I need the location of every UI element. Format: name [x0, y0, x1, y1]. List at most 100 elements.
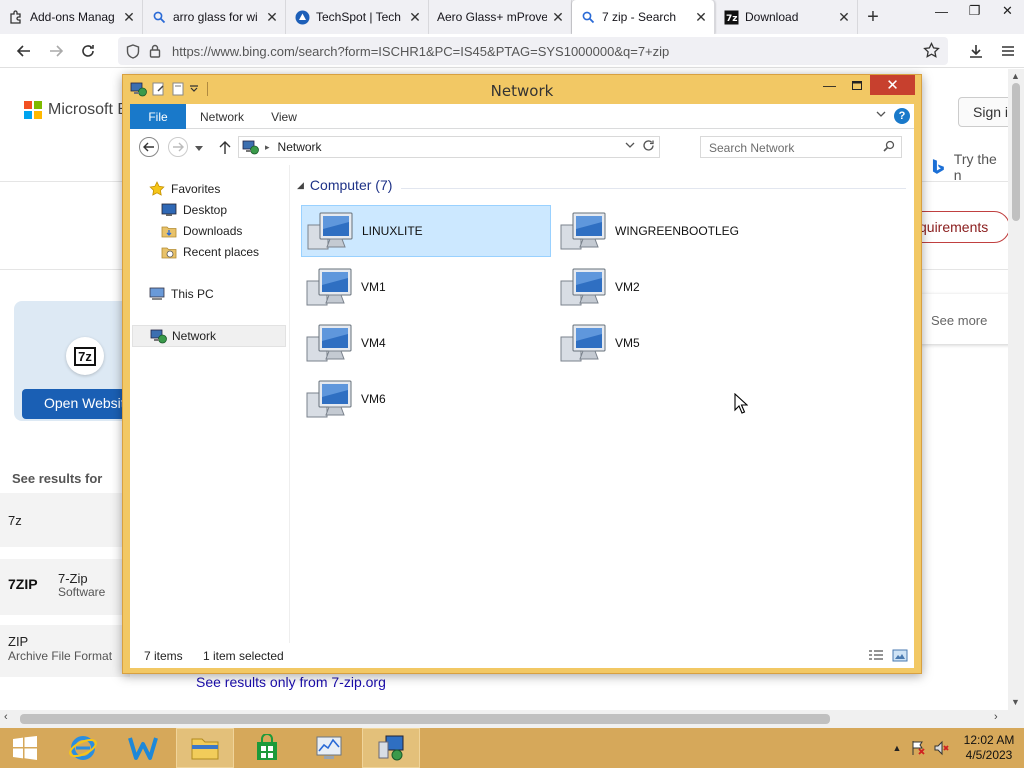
tab-addons-manager[interactable]: Add-ons Manag ✕ [0, 0, 143, 34]
computer-tile-linuxlite[interactable]: LINUXLITE [301, 205, 551, 257]
minimize-icon[interactable]: — [925, 0, 958, 22]
action-center-flag-icon[interactable] [906, 740, 930, 756]
lock-icon[interactable] [144, 44, 166, 58]
tab-file[interactable]: File [130, 104, 186, 129]
nav-recent-places[interactable]: Recent places [160, 242, 259, 262]
computer-tile-vm1[interactable]: VM1 [301, 261, 551, 313]
tab-arro-glass-search[interactable]: arro glass for wi ✕ [143, 0, 286, 34]
status-item-count: 7 items [144, 649, 183, 663]
url-text: https://www.bing.com/search?form=ISCHR1&… [172, 43, 670, 59]
expand-ribbon-icon[interactable] [876, 109, 886, 120]
minimize-icon[interactable]: — [816, 75, 843, 95]
group-header-computer[interactable]: ◢ Computer (7) [297, 177, 392, 193]
nav-this-pc[interactable]: This PC [148, 284, 214, 304]
group-header-label: Computer (7) [309, 177, 393, 193]
taskbar-resource-monitor[interactable] [300, 728, 358, 768]
tab-techspot[interactable]: TechSpot | Tech ✕ [286, 0, 429, 34]
results-only-from-link[interactable]: See results only from 7-zip.org [196, 674, 386, 690]
computer-tile-wingreenbootleg[interactable]: WINGREENBOOTLEG [555, 205, 805, 257]
tab-view[interactable]: View [264, 104, 304, 129]
close-icon[interactable]: ✕ [991, 0, 1024, 22]
scroll-right-icon[interactable]: › [994, 711, 998, 723]
nav-label: This PC [171, 287, 214, 301]
computer-tile-vm6[interactable]: VM6 [301, 373, 551, 425]
taskbar-network-control[interactable] [362, 728, 420, 768]
close-icon[interactable]: ✕ [870, 75, 915, 95]
computer-tile-vm4[interactable]: VM4 [301, 317, 551, 369]
taskbar-clock[interactable]: 12:02 AM 4/5/2023 [954, 733, 1024, 763]
hamburger-menu-icon[interactable] [992, 36, 1024, 66]
vertical-scrollbar[interactable]: ▲ ▼ [1008, 69, 1024, 710]
related-item-label: ZIP [8, 634, 29, 649]
related-item-label: 7-Zip [58, 571, 88, 586]
network-computer-icon [378, 735, 404, 761]
back-icon[interactable] [139, 137, 159, 157]
related-item-sub: Archive File Format [8, 649, 113, 663]
scroll-down-icon[interactable]: ▼ [1011, 697, 1020, 707]
refresh-icon[interactable] [642, 139, 655, 155]
forward-arrow-icon[interactable] [40, 36, 72, 66]
ribbon: File Network View ? [130, 104, 914, 129]
nav-downloads[interactable]: Downloads [160, 221, 242, 241]
url-bar[interactable]: https://www.bing.com/search?form=ISCHR1&… [118, 37, 948, 65]
scroll-left-icon[interactable]: ‹ [4, 711, 8, 723]
maximize-icon[interactable] [843, 75, 870, 95]
horizontal-scrollbar[interactable]: ‹ › [0, 710, 1024, 728]
show-hidden-icons-icon[interactable]: ▲ [888, 743, 906, 753]
explorer-title-bar[interactable]: Network — ✕ [123, 75, 921, 104]
open-website-button[interactable]: Open Websit [22, 389, 132, 419]
tab-7zip-search[interactable]: 7 zip - Search ✕ [572, 0, 715, 34]
close-tab-icon[interactable]: ✕ [694, 10, 708, 24]
taskbar-waterfox[interactable] [114, 728, 172, 768]
up-arrow-icon[interactable] [214, 137, 236, 159]
scrollbar-thumb[interactable] [20, 714, 830, 724]
see-more-link[interactable]: See more [931, 313, 987, 328]
address-bar[interactable]: ▸ Network [238, 136, 660, 158]
scrollbar-thumb[interactable] [1012, 83, 1020, 221]
nav-favorites[interactable]: Favorites [148, 179, 220, 199]
new-tab-button[interactable]: + [858, 0, 888, 34]
search-network-input[interactable]: Search Network [700, 136, 902, 158]
shield-icon[interactable] [122, 43, 144, 59]
details-view-icon[interactable] [868, 649, 884, 663]
taskbar-internet-explorer[interactable] [54, 728, 112, 768]
computer-tile-vm2[interactable]: VM2 [555, 261, 805, 313]
try-copilot-link[interactable]: Try the n [928, 151, 1008, 183]
microsoft-logo-icon [24, 101, 42, 119]
address-dropdown-icon[interactable] [625, 140, 635, 151]
tab-download[interactable]: 7z Download ✕ [715, 0, 858, 34]
tab-aero-glass-mprove[interactable]: Aero Glass+ mProve ✕ [429, 0, 572, 34]
close-tab-icon[interactable]: ✕ [122, 10, 136, 24]
close-tab-icon[interactable]: ✕ [551, 10, 565, 24]
download-icon[interactable] [960, 36, 992, 66]
nav-network[interactable]: Network [132, 325, 286, 347]
restore-icon[interactable]: ❐ [958, 0, 991, 22]
close-tab-icon[interactable]: ✕ [837, 10, 851, 24]
computer-name: WINGREENBOOTLEG [615, 224, 740, 238]
nav-desktop[interactable]: Desktop [160, 200, 227, 220]
browser-tab-strip: Add-ons Manag ✕ arro glass for wi ✕ Tech… [0, 0, 1024, 34]
breadcrumb-chevron-icon[interactable]: ▸ [265, 142, 270, 153]
sign-in-button[interactable]: Sign i [958, 97, 1008, 127]
desktop-icon [160, 202, 178, 218]
taskbar-store[interactable] [238, 728, 296, 768]
breadcrumb-network[interactable]: Network [278, 140, 322, 154]
help-icon[interactable]: ? [894, 108, 910, 124]
computer-tile-vm5[interactable]: VM5 [555, 317, 805, 369]
back-arrow-icon[interactable] [8, 36, 40, 66]
close-tab-icon[interactable]: ✕ [265, 10, 279, 24]
reload-icon[interactable] [72, 36, 104, 66]
large-icons-view-icon[interactable] [892, 649, 908, 663]
close-tab-icon[interactable]: ✕ [408, 10, 422, 24]
taskbar-file-explorer[interactable] [176, 728, 234, 768]
start-button[interactable] [0, 728, 50, 768]
tab-network[interactable]: Network [194, 104, 250, 129]
volume-muted-icon[interactable] [930, 740, 954, 756]
microsoft-bing-logo[interactable]: Microsoft Bi [24, 101, 132, 119]
recent-locations-icon[interactable] [192, 137, 206, 159]
collapse-triangle-icon[interactable]: ◢ [297, 180, 304, 191]
forward-icon[interactable] [168, 137, 188, 157]
star-icon[interactable] [923, 41, 940, 62]
search-icon[interactable] [883, 140, 895, 155]
scroll-up-icon[interactable]: ▲ [1011, 71, 1020, 81]
